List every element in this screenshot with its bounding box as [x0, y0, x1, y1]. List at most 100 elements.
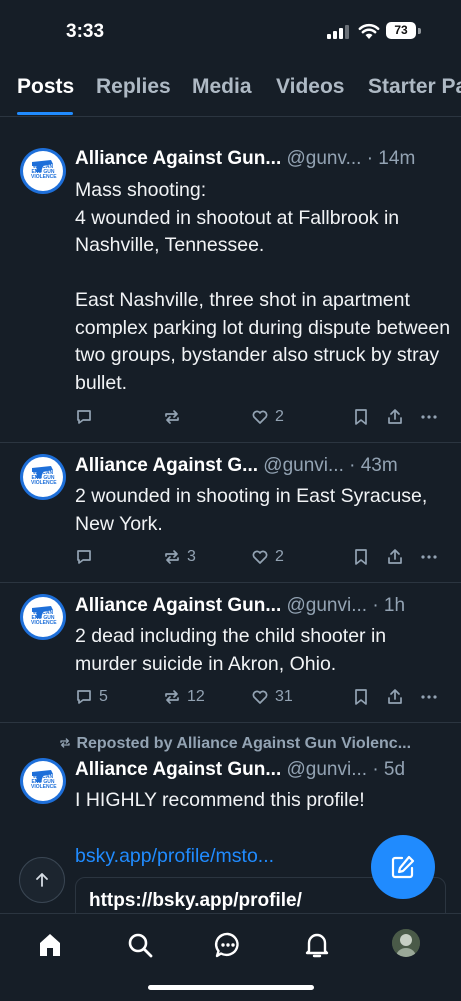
- post-actions: 5 12 31: [75, 686, 445, 708]
- battery-nub: [418, 28, 421, 34]
- repost-indicator[interactable]: Reposted by Alliance Against Gun Violenc…: [58, 735, 411, 753]
- arrow-up-icon: [36, 873, 48, 887]
- link-card-url: https://bsky.app/profile/: [89, 890, 302, 911]
- post-feed[interactable]: WE CAN END GUN VIOLENCE Alliance Against…: [0, 117, 461, 913]
- home-icon: [40, 934, 60, 956]
- tab-posts[interactable]: Posts: [17, 75, 74, 99]
- repost-count: 12: [187, 688, 205, 705]
- post-text: I HIGHLY recommend this profile!: [75, 789, 365, 811]
- post-time: · 1h: [372, 595, 406, 616]
- post-text: 2 wounded in shooting in East Syracuse, …: [75, 485, 428, 535]
- chat-bubble-icon: [214, 932, 239, 958]
- author-handle[interactable]: @gunvi...: [287, 595, 368, 616]
- share-button[interactable]: [386, 686, 404, 708]
- like-button[interactable]: 2: [251, 546, 284, 568]
- post-header: Alliance Against Gun... @gunvi... · 5d: [75, 759, 405, 781]
- author-avatar[interactable]: WE CAN END GUN VIOLENCE: [20, 148, 66, 194]
- avatar-logo-text: WE CAN END GUN VIOLENCE: [31, 774, 57, 790]
- repost-icon: [165, 410, 179, 424]
- like-button[interactable]: 2: [251, 406, 284, 428]
- reply-button[interactable]: 5: [75, 686, 108, 708]
- ellipsis-icon: [421, 555, 437, 559]
- avatar-logo-text: WE CAN END GUN VIOLENCE: [31, 470, 57, 486]
- reply-button[interactable]: [75, 406, 99, 428]
- reply-button[interactable]: [75, 546, 99, 568]
- like-button[interactable]: 31: [251, 686, 293, 708]
- nav-notifications[interactable]: [302, 930, 332, 960]
- status-bar: 3:33 73: [0, 0, 461, 62]
- repost-button[interactable]: [163, 406, 187, 428]
- tab-videos[interactable]: Videos: [276, 75, 344, 99]
- author-avatar[interactable]: WE CAN END GUN VIOLENCE: [20, 758, 66, 804]
- author-avatar[interactable]: WE CAN END GUN VIOLENCE: [20, 594, 66, 640]
- repost-count: 3: [187, 548, 196, 565]
- profile-tabs: Posts Replies Media Videos Starter Pa: [0, 62, 461, 117]
- author-avatar[interactable]: WE CAN END GUN VIOLENCE: [20, 454, 66, 500]
- author-name[interactable]: Alliance Against Gun...: [75, 148, 281, 169]
- author-handle[interactable]: @gunvi...: [263, 455, 344, 476]
- post-text: Mass shooting: 4 wounded in shootout at …: [75, 179, 451, 394]
- post-time: · 5d: [372, 759, 406, 780]
- compose-post-button[interactable]: [371, 835, 435, 899]
- avatar-logo-text: WE CAN END GUN VIOLENCE: [31, 164, 57, 180]
- bookmark-icon: [355, 549, 367, 565]
- bell-icon: [305, 933, 329, 958]
- tab-starter-packs[interactable]: Starter Pa: [368, 75, 461, 99]
- more-options-button[interactable]: [420, 546, 438, 568]
- author-name[interactable]: Alliance Against G...: [75, 455, 258, 476]
- search-icon: [128, 933, 153, 958]
- post-item[interactable]: WE CAN END GUN VIOLENCE Alliance Against…: [0, 117, 461, 443]
- author-name[interactable]: Alliance Against Gun...: [75, 595, 281, 616]
- repost-label: Reposted by Alliance Against Gun Violenc…: [76, 735, 412, 752]
- home-indicator: [148, 985, 314, 990]
- share-button[interactable]: [386, 406, 404, 428]
- share-button[interactable]: [386, 546, 404, 568]
- repost-icon: [165, 690, 179, 704]
- reply-icon: [77, 690, 91, 704]
- bookmark-button[interactable]: [352, 546, 370, 568]
- tab-media[interactable]: Media: [192, 75, 252, 99]
- repost-button[interactable]: 3: [163, 546, 196, 568]
- reply-icon: [77, 550, 91, 564]
- author-handle[interactable]: @gunv...: [287, 148, 362, 169]
- avatar-logo-text: WE CAN END GUN VIOLENCE: [31, 610, 57, 626]
- repost-icon: [165, 550, 179, 564]
- author-handle[interactable]: @gunvi...: [287, 759, 368, 780]
- like-count: 2: [275, 548, 284, 565]
- cellular-signal-icon: [327, 25, 349, 39]
- tab-replies[interactable]: Replies: [96, 75, 171, 99]
- repost-button[interactable]: 12: [163, 686, 205, 708]
- post-header: Alliance Against Gun... @gunv... · 14m: [75, 148, 415, 170]
- ellipsis-icon: [421, 415, 437, 419]
- post-item[interactable]: WE CAN END GUN VIOLENCE Alliance Against…: [0, 583, 461, 723]
- bookmark-button[interactable]: [352, 686, 370, 708]
- share-icon: [388, 549, 402, 564]
- bookmark-icon: [355, 409, 367, 425]
- like-count: 2: [275, 408, 284, 425]
- post-time: · 14m: [366, 148, 416, 169]
- post-text: 2 dead including the child shooter in mu…: [75, 625, 387, 675]
- post-actions: 2: [75, 406, 445, 428]
- nav-home[interactable]: [35, 930, 65, 960]
- bookmark-button[interactable]: [352, 406, 370, 428]
- nav-search[interactable]: [125, 930, 155, 960]
- status-time: 3:33: [66, 21, 105, 42]
- compose-icon: [391, 855, 415, 879]
- heart-icon: [252, 690, 268, 704]
- post-item[interactable]: WE CAN END GUN VIOLENCE Alliance Against…: [0, 443, 461, 583]
- post-header: Alliance Against G... @gunvi... · 43m: [75, 455, 398, 477]
- more-options-button[interactable]: [420, 686, 438, 708]
- post-header: Alliance Against Gun... @gunvi... · 1h: [75, 595, 405, 617]
- more-options-button[interactable]: [420, 406, 438, 428]
- post-actions: 3 2: [75, 546, 445, 568]
- active-tab-indicator: [17, 112, 73, 115]
- nav-profile-avatar[interactable]: [392, 929, 420, 957]
- reply-icon: [77, 410, 91, 424]
- nav-messages[interactable]: [213, 930, 243, 960]
- bookmark-icon: [355, 689, 367, 705]
- wifi-icon: [358, 24, 380, 39]
- like-count: 31: [275, 688, 293, 705]
- author-name[interactable]: Alliance Against Gun...: [75, 759, 281, 780]
- profile-avatar-icon: [392, 929, 420, 957]
- scroll-to-top-button[interactable]: [19, 857, 65, 903]
